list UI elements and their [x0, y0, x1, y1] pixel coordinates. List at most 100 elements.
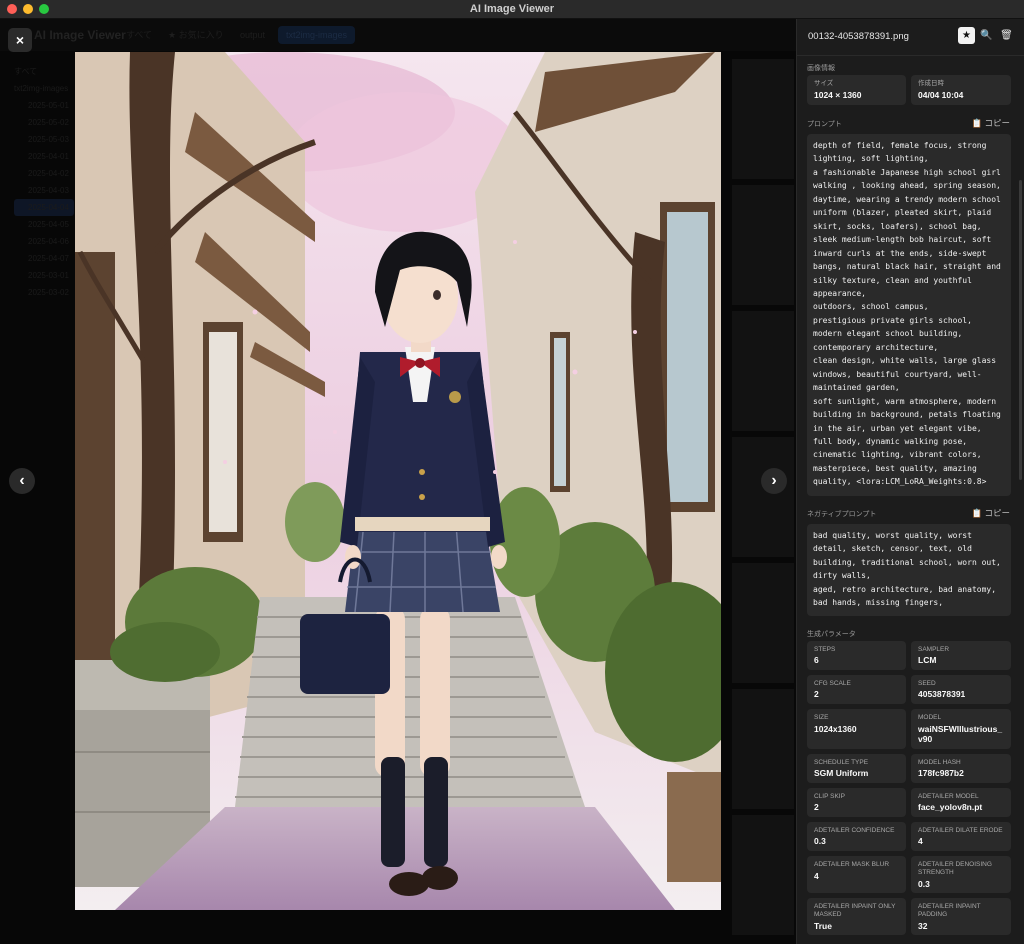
params-section-title: 生成パラメータ [807, 631, 856, 638]
search-button[interactable]: 🔍 [978, 27, 995, 44]
param-card-steps: STEPS 6 [807, 641, 906, 670]
close-window-button[interactable] [7, 4, 17, 14]
image-info-section-title: 画像情報 [807, 65, 835, 72]
size-value: 1024 × 1360 [814, 90, 862, 100]
param-card-adetailer-denoising-strength: ADETAILER DENOISING STRENGTH 0.3 [911, 856, 1011, 893]
background-sidebar-item: 2025-04-02 [28, 169, 69, 178]
delete-button[interactable]: 🗑 [998, 27, 1015, 44]
created-card: 作成日時 04/04 10:04 [911, 75, 1011, 105]
close-viewer-button[interactable]: × [8, 28, 32, 52]
param-label: ADETAILER CONFIDENCE [814, 827, 895, 834]
next-image-button[interactable]: › [761, 468, 787, 494]
panel-header: 00132-4053878391.png ★ 🔍 🗑 [797, 19, 1024, 56]
param-card-clip-skip: CLIP SKIP 2 [807, 788, 906, 817]
param-value: 4 [814, 871, 819, 881]
background-tab-txt2img: txt2img-images [278, 26, 356, 44]
background-thumbnail [732, 815, 794, 935]
background-sidebar-item: txt2img-images [14, 84, 69, 93]
background-sidebar-item: 2025-05-01 [28, 101, 69, 110]
background-sidebar: すべて txt2img-images 2025-05-01 2025-05-02… [14, 63, 74, 301]
param-card-adetailer-inpaint-only-masked: ADETAILER INPAINT ONLY MASKED True [807, 898, 906, 935]
window-title: AI Image Viewer [469, 3, 555, 15]
param-label: ADETAILER INPAINT ONLY MASKED [814, 903, 896, 918]
param-label: SCHEDULE TYPE [814, 759, 869, 766]
background-sidebar-item: 2025-04-06 [28, 237, 69, 246]
param-value: 32 [918, 921, 928, 931]
param-label: MODEL HASH [918, 759, 961, 766]
background-tab-favorites: ★ お気に入り [168, 30, 224, 40]
param-card-size: SIZE 1024x1360 [807, 709, 906, 749]
favorite-button[interactable]: ★ [958, 27, 975, 44]
background-thumbnail-strip [730, 59, 796, 944]
negative-prompt-section-title: ネガティブプロンプト [807, 511, 877, 518]
background-sidebar-item: すべて [14, 67, 38, 76]
created-value: 04/04 10:04 [918, 90, 964, 100]
param-value: True [814, 921, 832, 931]
param-label: ADETAILER DILATE ERODE [918, 827, 1003, 834]
created-label: 作成日時 [918, 80, 944, 87]
param-card-cfg-scale: CFG SCALE 2 [807, 675, 906, 704]
image-filename: 00132-4053878391.png [808, 31, 909, 42]
param-value: 6 [814, 655, 819, 665]
param-label: ADETAILER DENOISING STRENGTH [918, 861, 992, 876]
param-value: LCM [918, 655, 937, 665]
param-label: CFG SCALE [814, 680, 851, 687]
param-label: ADETAILER INPAINT PADDING [918, 903, 981, 918]
panel-scrollbar[interactable] [1019, 180, 1022, 480]
param-value: 0.3 [918, 879, 930, 889]
param-label: SAMPLER [918, 646, 950, 653]
star-icon: ★ [962, 30, 971, 41]
param-value: 2 [814, 802, 819, 812]
background-sidebar-item: 2025-04-05 [28, 220, 69, 229]
negative-prompt-text: bad quality, worst quality, worst detail… [807, 524, 1011, 616]
background-header: AI Image Viewer すべて ★ お気に入り output txt2i… [0, 19, 796, 51]
main-image [75, 52, 721, 910]
param-value: 2 [814, 689, 819, 699]
window-titlebar: AI Image Viewer [0, 0, 1024, 19]
param-value: 1024x1360 [814, 724, 857, 734]
background-sidebar-item: 2025-04-03 [28, 186, 69, 195]
background-tab-output: output [240, 30, 266, 40]
background-sidebar-item: 2025-05-03 [28, 135, 69, 144]
close-icon: × [15, 32, 25, 48]
window-controls [7, 4, 49, 14]
param-label: ADETAILER MODEL [918, 793, 979, 800]
background-tab-all: すべて [126, 30, 153, 40]
param-label: SEED [918, 680, 936, 687]
param-card-adetailer-inpaint-padding: ADETAILER INPAINT PADDING 32 [911, 898, 1011, 935]
zoom-window-button[interactable] [39, 4, 49, 14]
param-value: 0.3 [814, 836, 826, 846]
param-card-adetailer-model: ADETAILER MODEL face_yolov8n.pt [911, 788, 1011, 817]
background-thumbnail [732, 563, 794, 683]
background-sidebar-item: 2025-03-02 [28, 288, 69, 297]
size-card: サイズ 1024 × 1360 [807, 75, 906, 105]
param-value: 4053878391 [918, 689, 966, 699]
copy-prompt-button[interactable]: 📋 コピー [972, 117, 1010, 129]
param-card-adetailer-mask-blur: ADETAILER MASK BLUR 4 [807, 856, 906, 893]
background-sidebar-item: 2025-04-04 [14, 199, 74, 216]
background-thumbnail [732, 59, 794, 179]
param-card-seed: SEED 4053878391 [911, 675, 1011, 704]
minimize-window-button[interactable] [23, 4, 33, 14]
trash-icon: 🗑 [1000, 30, 1013, 41]
prompt-section-title: プロンプト [807, 121, 842, 128]
param-label: STEPS [814, 646, 836, 653]
param-card-model: MODEL waiNSFWIllustrious_v90 [911, 709, 1011, 749]
param-value: SGM Uniform [814, 768, 869, 778]
chevron-right-icon: › [771, 472, 777, 489]
copy-negative-prompt-button[interactable]: 📋 コピー [972, 507, 1010, 519]
background-thumbnail [732, 185, 794, 305]
background-sidebar-item: 2025-05-02 [28, 118, 69, 127]
background-thumbnail [732, 437, 794, 557]
param-value: 178fc987b2 [918, 768, 964, 778]
chevron-left-icon: ‹ [19, 472, 25, 489]
param-card-schedule-type: SCHEDULE TYPE SGM Uniform [807, 754, 906, 783]
background-sidebar-item: 2025-03-01 [28, 271, 69, 280]
param-card-sampler: SAMPLER LCM [911, 641, 1011, 670]
param-value: 4 [918, 836, 923, 846]
param-value: face_yolov8n.pt [918, 802, 983, 812]
param-card-model-hash: MODEL HASH 178fc987b2 [911, 754, 1011, 783]
background-thumbnail [732, 689, 794, 809]
previous-image-button[interactable]: ‹ [9, 468, 35, 494]
param-card-adetailer-dilate-erode: ADETAILER DILATE ERODE 4 [911, 822, 1011, 851]
